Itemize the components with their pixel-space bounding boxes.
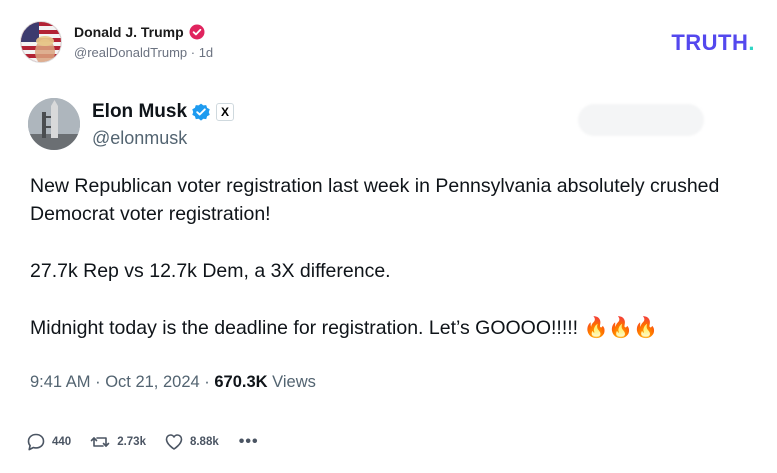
blue-verified-icon [192,103,210,121]
more-options-icon[interactable]: ••• [239,433,259,451]
tweet-timestamp[interactable]: 9:41 AM · Oct 21, 2024 · [30,373,214,391]
tweet-paragraph: New Republican voter registration last w… [30,175,720,225]
tweet-author-handle[interactable]: @elonmusk [92,128,234,149]
truth-logo: TRUTH. [671,30,755,56]
like-count: 8.88k [189,436,219,448]
author-name[interactable]: Donald J. Trump [74,24,184,40]
tweet-paragraph-last: Midnight today is the deadline for regis… [30,314,750,342]
tweet-metadata: 9:41 AM · Oct 21, 2024 · 670.3K Views [30,373,316,392]
views-count: 670.3K [214,373,268,391]
reply-count: 440 [52,436,72,448]
tweet-paragraph: 27.7k Rep vs 12.7k Dem, a 3X difference. [30,260,391,282]
flag-avatar-image [21,22,61,62]
author-handle[interactable]: @realDonaldTrump · 1d [74,45,213,60]
truth-logo-text: TRUTH [671,30,749,55]
tweet-body: New Republican voter registration last w… [30,172,750,371]
fire-emoji: 🔥🔥🔥 [583,317,659,339]
retruth-icon [90,437,110,447]
tweet-paragraph-text: Midnight today is the deadline for regis… [30,317,579,339]
heart-icon [165,434,183,450]
tweet-header: Elon Musk X @elonmusk [28,98,235,150]
tweet-author-avatar[interactable] [28,98,80,150]
like-button[interactable]: 8.88k [164,432,219,452]
action-bar: 440 2.73k 8.88k ••• [26,430,259,454]
redacted-area [578,104,704,136]
rocket-avatar-image [28,98,80,150]
x-logo-icon: X [216,102,235,121]
author-avatar[interactable] [20,21,62,63]
truth-logo-dot: . [748,30,755,55]
views-label: Views [267,373,316,391]
verified-badge-icon [189,24,205,40]
reply-icon [27,433,45,451]
reply-button[interactable]: 440 [26,432,71,452]
retruth-count: 2.73k [117,436,146,448]
post-header: Donald J. Trump @realDonaldTrump · 1d [20,20,213,64]
retruth-button[interactable]: 2.73k [89,432,146,452]
tweet-author-name[interactable]: Elon Musk [92,101,187,123]
